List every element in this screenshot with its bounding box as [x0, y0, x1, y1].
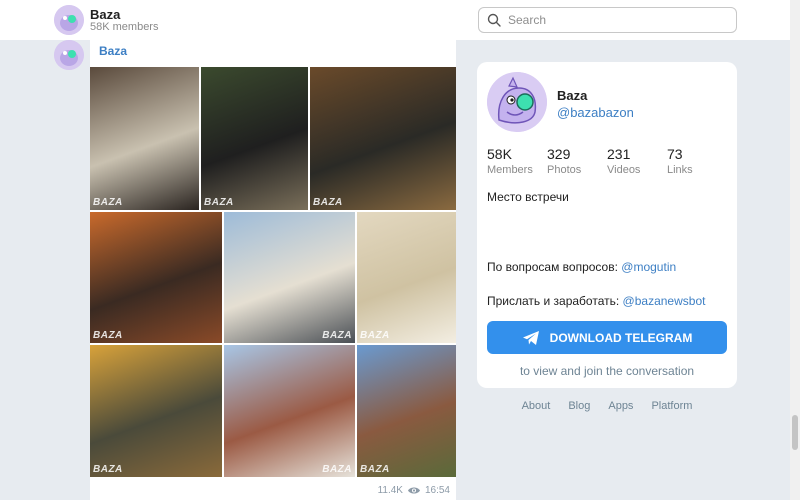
- channel-post: Baza BAZA BAZA BAZA BAZA BAZA BAZA BAZA …: [90, 40, 456, 500]
- stat-photos: 329 Photos: [547, 146, 581, 176]
- contact-line: По вопросам вопросов: @mogutin: [487, 260, 676, 274]
- photo-yellow-buggy[interactable]: BAZA: [90, 345, 222, 477]
- download-telegram-button[interactable]: DOWNLOAD TELEGRAM: [487, 321, 727, 354]
- photo-house-garage[interactable]: BAZA: [224, 212, 355, 343]
- watermark: BAZA: [204, 197, 234, 208]
- footer-links: About Blog Apps Platform: [477, 400, 737, 412]
- photo-orange-utv[interactable]: BAZA: [90, 212, 222, 343]
- channel-avatar-large: [487, 72, 547, 132]
- post-time: 16:54: [424, 485, 450, 496]
- bot-link[interactable]: @bazanewsbot: [623, 294, 706, 308]
- scrollbar-thumb[interactable]: [792, 415, 798, 450]
- join-note: to view and join the conversation: [519, 364, 695, 378]
- photo-house-trees[interactable]: BAZA: [357, 345, 456, 477]
- submit-line: Прислать и заработать: @bazanewsbot: [487, 294, 705, 308]
- footer-link-platform[interactable]: Platform: [651, 400, 692, 412]
- eye-icon: [407, 487, 420, 494]
- post-author-name[interactable]: Baza: [99, 44, 127, 58]
- watermark: BAZA: [322, 330, 352, 341]
- footer-link-about[interactable]: About: [522, 400, 551, 412]
- stat-links: 73 Links: [667, 146, 693, 176]
- search-icon: [487, 13, 501, 27]
- watermark: BAZA: [313, 197, 343, 208]
- channel-member-count: 58K members: [90, 21, 159, 33]
- photo-brick-house[interactable]: BAZA: [224, 345, 355, 477]
- stat-label: Photos: [547, 164, 582, 176]
- watermark: BAZA: [322, 464, 352, 475]
- stat-label: Members: [487, 164, 533, 176]
- photo-grid: BAZA BAZA BAZA BAZA BAZA BAZA BAZA BAZA …: [90, 67, 456, 477]
- channel-description: Место встречи: [487, 190, 569, 204]
- channel-title[interactable]: Baza: [90, 7, 120, 22]
- watermark: BAZA: [360, 330, 390, 341]
- photo-atv-garden[interactable]: BAZA: [310, 67, 456, 210]
- watermark: BAZA: [360, 464, 390, 475]
- footer-link-apps[interactable]: Apps: [608, 400, 633, 412]
- contact-label: По вопросам вопросов:: [487, 260, 618, 274]
- channel-info-card: Baza @bazabazon 58K Members 329 Photos 2…: [477, 62, 737, 388]
- telegram-plane-icon: [522, 330, 539, 345]
- watermark: BAZA: [93, 464, 123, 475]
- contact-link[interactable]: @mogutin: [621, 260, 676, 274]
- search-input[interactable]: [508, 11, 728, 29]
- footer-link-blog[interactable]: Blog: [568, 400, 590, 412]
- post-author-avatar[interactable]: [54, 40, 84, 70]
- download-button-label: DOWNLOAD TELEGRAM: [549, 330, 693, 345]
- view-count: 11.4K: [377, 485, 403, 496]
- post-meta: 11.4K 16:54: [378, 485, 450, 496]
- search-box[interactable]: [478, 7, 737, 33]
- stat-value: 329: [547, 146, 571, 162]
- stat-label: Videos: [607, 164, 641, 176]
- submit-label: Прислать и заработать:: [487, 294, 620, 308]
- photo-bathtub[interactable]: BAZA: [357, 212, 456, 343]
- channel-avatar[interactable]: [54, 5, 84, 35]
- photo-interior-window[interactable]: BAZA: [90, 67, 199, 210]
- photo-snowmobile[interactable]: BAZA: [201, 67, 308, 210]
- stat-videos: 231 Videos: [607, 146, 640, 176]
- stat-value: 231: [607, 146, 631, 162]
- channel-name: Baza: [557, 88, 588, 103]
- stat-value: 58K: [487, 146, 512, 162]
- stat-members: 58K Members: [487, 146, 533, 176]
- stat-value: 73: [667, 146, 683, 162]
- watermark: BAZA: [93, 197, 123, 208]
- page-scrollbar[interactable]: [790, 0, 800, 500]
- channel-header: Baza 58K members: [0, 0, 790, 40]
- watermark: BAZA: [93, 330, 123, 341]
- channel-handle[interactable]: @bazabazon: [557, 105, 634, 120]
- stat-label: Links: [667, 164, 693, 176]
